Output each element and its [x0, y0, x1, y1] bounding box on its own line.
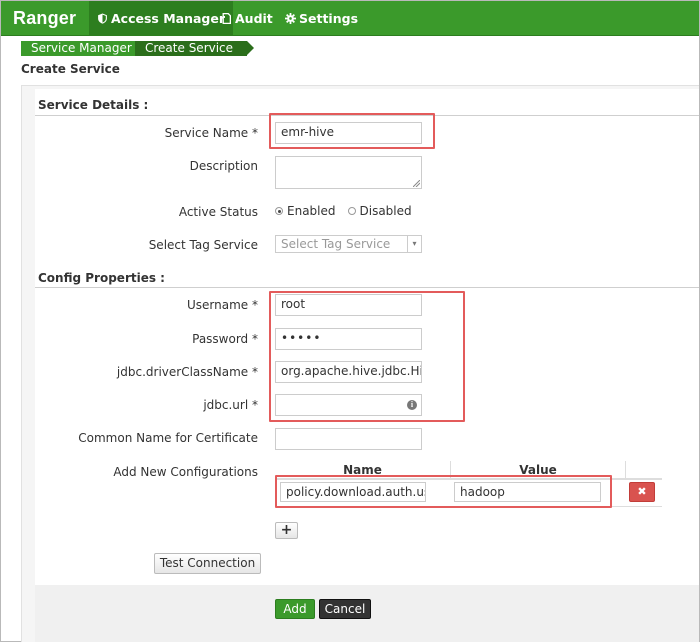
- nav-settings[interactable]: Settings: [277, 1, 366, 36]
- section-divider: [35, 115, 699, 116]
- password-input[interactable]: •••••: [275, 328, 422, 350]
- top-navbar: Ranger Access Manager Audit Settings: [1, 1, 699, 36]
- service-name-label: Service Name *: [164, 126, 258, 140]
- nav-label-audit: Audit: [235, 11, 273, 26]
- tag-service-label: Select Tag Service: [148, 238, 258, 252]
- close-icon: ✖: [637, 485, 647, 498]
- active-status-radio-group: Enabled Disabled: [275, 204, 412, 218]
- service-name-input[interactable]: emr-hive: [275, 122, 422, 144]
- driver-class-input[interactable]: org.apache.hive.jdbc.Hiv: [275, 361, 422, 383]
- common-name-label: Common Name for Certificate: [78, 431, 258, 445]
- info-icon[interactable]: i: [407, 400, 417, 410]
- radio-enabled-label: Enabled: [287, 204, 336, 218]
- section-title-config-properties: Config Properties :: [38, 271, 165, 285]
- chevron-down-icon[interactable]: ▾: [407, 236, 421, 252]
- table-header-value: Value: [450, 461, 625, 479]
- radio-disabled[interactable]: [347, 207, 356, 215]
- table-header-action: [625, 461, 662, 479]
- username-label: Username *: [187, 298, 258, 312]
- jdbc-url-label: jdbc.url *: [203, 398, 258, 412]
- nav-label-settings: Settings: [299, 11, 359, 26]
- gear-icon: [285, 13, 296, 24]
- add-config-button[interactable]: +: [275, 522, 298, 539]
- cancel-button[interactable]: Cancel: [319, 599, 371, 619]
- section-title-service-details: Service Details :: [38, 98, 149, 112]
- radio-disabled-label: Disabled: [359, 204, 412, 218]
- test-connection-button[interactable]: Test Connection: [154, 553, 261, 574]
- section-divider: [35, 287, 699, 288]
- breadcrumb-create-service: Create Service: [135, 41, 255, 56]
- brand-logo[interactable]: Ranger: [13, 8, 76, 29]
- radio-enabled[interactable]: [275, 207, 283, 215]
- delete-row-button[interactable]: ✖: [629, 482, 655, 502]
- common-name-input[interactable]: [275, 428, 422, 450]
- resize-grip-icon[interactable]: [413, 180, 420, 187]
- description-textarea[interactable]: [275, 156, 422, 189]
- breadcrumb-service-manager[interactable]: Service Manager: [21, 41, 151, 56]
- page-title: Create Service: [21, 62, 120, 76]
- nav-access-manager[interactable]: Access Manager: [89, 1, 234, 36]
- config-name-input[interactable]: policy.download.auth.use: [280, 482, 426, 502]
- table-header-name: Name: [275, 461, 450, 479]
- username-input[interactable]: root: [275, 294, 422, 316]
- password-label: Password *: [192, 332, 258, 346]
- driver-class-label: jdbc.driverClassName *: [116, 365, 258, 379]
- description-label: Description: [189, 159, 258, 173]
- tag-service-select[interactable]: Select Tag Service ▾: [275, 235, 422, 253]
- shield-icon: [98, 13, 107, 24]
- jdbc-url-input[interactable]: i: [275, 394, 422, 416]
- nav-audit[interactable]: Audit: [213, 1, 281, 36]
- add-config-label: Add New Configurations: [113, 465, 258, 479]
- nav-label-access-manager: Access Manager: [111, 11, 226, 26]
- active-status-label: Active Status: [178, 205, 258, 219]
- file-icon: [222, 13, 232, 24]
- add-button[interactable]: Add: [275, 599, 315, 619]
- tag-service-placeholder: Select Tag Service: [281, 237, 391, 251]
- config-value-input[interactable]: hadoop: [454, 482, 601, 502]
